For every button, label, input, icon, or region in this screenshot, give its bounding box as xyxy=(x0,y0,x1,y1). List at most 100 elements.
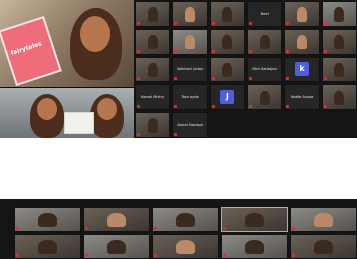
participant-tile[interactable] xyxy=(209,56,245,83)
child-face-2 xyxy=(97,98,117,120)
participant-tile[interactable] xyxy=(152,207,219,232)
participant-tile[interactable]: Mini Sarbajan xyxy=(246,56,283,83)
mic-muted-icon xyxy=(223,254,226,257)
participant-video-figure xyxy=(175,240,196,254)
mic-muted-icon xyxy=(174,49,178,53)
child-face xyxy=(37,98,57,120)
mic-muted-icon xyxy=(16,254,19,257)
participant-tile[interactable] xyxy=(14,234,81,259)
participant-tile[interactable] xyxy=(135,28,171,55)
mic-muted-icon xyxy=(137,49,140,53)
mic-muted-icon xyxy=(248,21,252,25)
participant-video-figure xyxy=(37,213,58,227)
participant-avatar: J xyxy=(220,90,235,105)
participant-tile[interactable] xyxy=(83,234,150,259)
participant-video-figure xyxy=(334,35,345,50)
participant-tile[interactable] xyxy=(209,28,245,55)
participant-tile[interactable] xyxy=(172,28,208,55)
participant-tile[interactable] xyxy=(135,112,171,138)
mic-muted-icon xyxy=(211,105,215,109)
presenter-video-top: fairytales xyxy=(0,0,134,87)
participant-tile[interactable]: Nadia Sousa xyxy=(284,84,320,111)
participant-grid xyxy=(14,207,357,259)
participant-tile[interactable] xyxy=(321,56,357,83)
mic-muted-icon xyxy=(211,49,215,53)
participant-video-figure xyxy=(222,7,233,22)
mic-muted-icon xyxy=(137,21,140,25)
mic-muted-icon xyxy=(286,105,290,109)
participant-video-figure xyxy=(175,213,196,227)
participant-tile[interactable]: k xyxy=(284,56,320,83)
participant-tile[interactable]: Aisani Nanapa xyxy=(172,112,208,138)
participant-tile[interactable] xyxy=(14,207,81,232)
mic-muted-icon xyxy=(248,49,252,53)
participant-tile[interactable] xyxy=(135,1,171,27)
participant-name: Aisani Nanapa xyxy=(177,122,203,127)
participant-video-figure xyxy=(244,240,265,254)
participant-video-figure xyxy=(244,213,265,227)
participant-tile[interactable] xyxy=(221,234,288,259)
participant-tile[interactable] xyxy=(284,1,320,27)
zoom-gallery-screenshot-1: fairytales Neel Vaibhavi Jadav Mini Sarbaj… xyxy=(0,0,357,138)
participant-tile[interactable] xyxy=(83,207,150,232)
participant-video-figure xyxy=(106,240,127,254)
participant-video-figure xyxy=(222,62,233,78)
participant-video-figure xyxy=(147,62,158,78)
mic-muted-icon xyxy=(85,227,88,230)
participant-tile[interactable] xyxy=(321,28,357,55)
mic-muted-icon xyxy=(85,254,88,257)
mic-muted-icon xyxy=(248,77,252,81)
participant-tile[interactable] xyxy=(221,207,288,232)
participant-tile[interactable] xyxy=(246,84,283,111)
mic-muted-icon xyxy=(211,21,215,25)
presenter-face xyxy=(80,16,110,52)
participant-name: Tara ayda xyxy=(181,94,199,99)
zoom-gallery-screenshot-2 xyxy=(0,199,357,259)
participant-tile[interactable] xyxy=(290,234,357,259)
mic-muted-icon xyxy=(174,105,178,109)
participant-video-figure xyxy=(313,213,334,227)
mic-muted-icon xyxy=(248,105,252,109)
participant-name: Mini Sarbajan xyxy=(252,67,277,72)
participant-tile[interactable] xyxy=(209,1,245,27)
mic-muted-icon xyxy=(137,132,140,136)
participant-avatar: k xyxy=(294,62,309,77)
mic-muted-icon xyxy=(323,77,327,81)
participant-tile[interactable]: Vaibhavi Jadav xyxy=(172,56,208,83)
presenter-video[interactable]: fairytales xyxy=(0,0,134,138)
mic-muted-icon xyxy=(286,49,290,53)
participant-grid: Neel Vaibhavi Jadav Mini Sarbajan k Komal Mi… xyxy=(135,1,357,138)
participant-tile[interactable]: Tara ayda xyxy=(172,84,208,111)
mic-muted-icon xyxy=(174,132,178,136)
mic-muted-icon xyxy=(292,254,295,257)
participant-tile[interactable] xyxy=(152,234,219,259)
mic-muted-icon xyxy=(211,77,215,81)
held-book xyxy=(64,112,94,134)
participant-video-figure xyxy=(334,7,345,22)
participant-tile[interactable] xyxy=(172,1,208,27)
participant-tile[interactable] xyxy=(290,207,357,232)
participant-video-figure xyxy=(296,35,307,50)
mic-muted-icon xyxy=(286,21,290,25)
participant-video-figure xyxy=(184,7,195,22)
participant-video-figure xyxy=(313,240,334,254)
participant-name: Komal Mistry xyxy=(141,94,165,99)
participant-video-figure xyxy=(296,7,307,22)
participant-tile[interactable]: Komal Mistry xyxy=(135,84,171,111)
participant-tile[interactable] xyxy=(321,1,357,27)
participant-tile[interactable] xyxy=(321,84,357,111)
participant-video-figure xyxy=(184,35,195,50)
participant-video-figure xyxy=(259,35,270,50)
participant-tile[interactable] xyxy=(284,28,320,55)
participant-tile[interactable] xyxy=(135,56,171,83)
participant-video-figure xyxy=(222,35,233,50)
participant-video-figure xyxy=(147,118,158,133)
participant-video-figure xyxy=(259,90,270,105)
participant-tile[interactable]: J xyxy=(209,84,245,111)
participant-video-figure xyxy=(37,240,58,254)
mic-muted-icon xyxy=(154,227,157,230)
participant-name: Nadia Sousa xyxy=(290,94,314,99)
participant-video-figure xyxy=(106,213,127,227)
participant-tile[interactable] xyxy=(246,28,283,55)
participant-tile[interactable]: Neel xyxy=(246,1,283,27)
